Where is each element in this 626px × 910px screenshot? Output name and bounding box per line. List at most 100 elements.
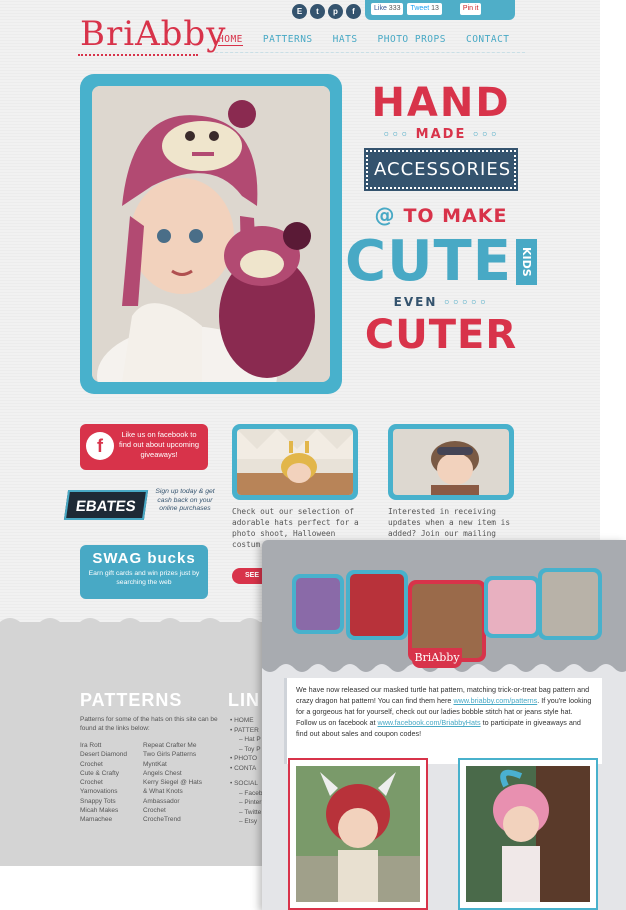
unicorn-hat-photo	[296, 578, 340, 630]
ebates-promo[interactable]: EBATES Sign up today & get cash back on …	[63, 486, 215, 528]
pattern-link[interactable]: Repeat Crafter Me	[143, 741, 202, 750]
tagline-kids: KIDS	[516, 239, 538, 285]
dragon-hat-child-photo	[296, 766, 420, 902]
swagbucks-logo: SWAG bucks	[92, 550, 196, 567]
pattern-link[interactable]: & What Knots	[143, 787, 202, 796]
decor-dots-icon: ◦◦◦	[382, 128, 416, 141]
beanie-hat-photo	[542, 572, 598, 636]
footer-link-label: SOCIAL	[234, 780, 258, 787]
footer-link[interactable]: • CONTA	[230, 764, 263, 774]
tagline-cuter: CUTER	[364, 312, 518, 358]
pattern-link[interactable]: Desert Diamond	[80, 750, 127, 759]
facebook-icon[interactable]: f	[346, 4, 361, 19]
pattern-link[interactable]: Ira Rott	[80, 741, 127, 750]
mailing-list-thumbnail[interactable]	[388, 424, 514, 500]
main-nav: HOME PATTERNS HATS PHOTO PROPS CONTACT	[218, 34, 510, 46]
tagline-hand: HAND	[371, 80, 511, 126]
brown-hat-photo	[412, 584, 482, 658]
decor-dots-icon: ◦◦◦	[466, 128, 500, 141]
nav-home[interactable]: HOME	[218, 34, 243, 46]
pattern-link[interactable]: Snappy Tots	[80, 797, 127, 806]
footer-link[interactable]: – Hat P	[230, 735, 263, 745]
footer-link[interactable]: – Pinter	[230, 798, 263, 808]
nav-photo-props[interactable]: PHOTO PROPS	[378, 34, 446, 46]
logo-underline	[78, 53, 198, 56]
pattern-link[interactable]: Angels Chest	[143, 769, 202, 778]
tweet-count: 13	[431, 5, 439, 12]
patterns-list-col1: Ira Rott Desert Diamond Crochet Cute & Craf…	[80, 741, 127, 825]
social-icons: E t p f	[292, 4, 361, 19]
giraffe-photo-illustration	[237, 429, 353, 495]
twitter-icon[interactable]: t	[310, 4, 325, 19]
footer-link[interactable]: • HOME	[230, 716, 263, 726]
footer-link[interactable]: • SOCIAL	[230, 779, 263, 789]
patterns-list-col2: Repeat Crafter Me Two Girls Patterns MyntK…	[143, 741, 202, 825]
facebook-promo[interactable]: f Like us on facebook to find out about …	[80, 424, 208, 470]
facebook-like-button[interactable]: Like 333	[371, 3, 404, 15]
nav-patterns[interactable]: PATTERNS	[263, 34, 313, 46]
pattern-link[interactable]: MyntKat	[143, 760, 202, 769]
tagline-made: MADE	[415, 127, 467, 142]
pattern-link[interactable]: Cute & Crafty	[80, 769, 127, 778]
email-newsletter: BriAbby We have now released our masked …	[262, 540, 626, 910]
footer-link-label: Twitte	[244, 808, 262, 816]
email-body-text: We have now released our masked turtle h…	[284, 678, 602, 764]
footer-link[interactable]: – Toy P	[230, 745, 263, 755]
pattern-link[interactable]: Crochet	[80, 778, 127, 787]
footer-link[interactable]: – Faceb	[230, 789, 263, 799]
etsy-icon[interactable]: E	[292, 4, 307, 19]
hero-photo-child-with-monkey	[92, 86, 330, 382]
pattern-link[interactable]: Yarnovations	[80, 787, 127, 796]
pony-child-illustration	[466, 766, 590, 902]
nav-divider	[215, 52, 525, 53]
pattern-link[interactable]: Crochet	[143, 806, 202, 815]
pin-it-button[interactable]: Pin it	[459, 3, 482, 15]
patterns-heading: PATTERNS	[80, 690, 183, 710]
pony-hat-child-photo	[466, 766, 590, 902]
email-photo-unicorn	[292, 574, 344, 634]
pattern-link[interactable]: CrocheTrend	[143, 815, 202, 824]
tweet-button[interactable]: Tweet 13	[407, 3, 442, 15]
pattern-link[interactable]: Two Girls Patterns	[143, 750, 202, 759]
email-photo-owl	[484, 576, 540, 638]
pattern-link[interactable]: Micah Makes	[80, 806, 127, 815]
facebook-icon: f	[86, 432, 114, 460]
footer-link[interactable]: • PHOTO	[230, 754, 263, 764]
footer-link[interactable]: – Twitte	[230, 808, 263, 818]
patterns-link[interactable]: www.briabby.com/patterns	[453, 696, 537, 705]
hero-photo-frame	[80, 74, 342, 394]
pattern-link[interactable]: Mamachee	[80, 815, 127, 824]
tagline-cute-row: CUTE KIDS	[345, 233, 538, 291]
nav-contact[interactable]: CONTACT	[466, 34, 510, 46]
patterns-description: Patterns for some of the hats on this si…	[80, 716, 218, 732]
footer-link-label: PATTER	[234, 726, 259, 734]
footer-link-label: Etsy	[244, 818, 258, 825]
footer-link-label: PHOTO	[234, 755, 258, 762]
pattern-link[interactable]: Crochet	[80, 760, 127, 769]
swagbucks-promo[interactable]: SWAG bucks Earn gift cards and win prize…	[80, 545, 208, 599]
site-logo[interactable]: BriAbby	[80, 14, 226, 54]
dragon-hat-photo	[350, 574, 404, 636]
pinterest-icon[interactable]: p	[328, 4, 343, 19]
footer-links-list: • HOME • PATTER – Hat P – Toy P • PHOTO • CON…	[230, 716, 263, 827]
nav-hats[interactable]: HATS	[333, 34, 358, 46]
swirl-icon: @	[374, 203, 404, 227]
dragon-child-illustration	[296, 766, 420, 902]
email-photo-dragon-child	[288, 758, 428, 910]
hero-tagline: HAND ◦◦◦ MADE ◦◦◦ ACCESSORIES @ TO MAKE …	[345, 80, 538, 358]
photo-props-thumbnail[interactable]	[232, 424, 358, 500]
tagline-even-row: EVEN ◦◦◦◦◦	[356, 295, 526, 309]
footer-link-label: Pinter	[244, 799, 262, 806]
footer-link-label: Toy P	[244, 745, 261, 753]
footer-link[interactable]: • PATTER	[230, 726, 263, 736]
ebates-logo: EBATES	[63, 490, 149, 520]
email-logo: BriAbby	[412, 648, 462, 668]
footer-link[interactable]: – Etsy	[230, 817, 263, 827]
pattern-link[interactable]: Kerry Siegel @ Hats	[143, 778, 202, 787]
pattern-link[interactable]: Ambassador	[143, 797, 202, 806]
aviator-hat-photo	[393, 429, 509, 495]
email-photo-pony-child	[458, 758, 598, 910]
like-label: Like	[374, 5, 387, 12]
links-heading: LIN	[228, 690, 260, 710]
facebook-link[interactable]: www.facebook.com/BriabbyHats	[378, 718, 481, 727]
